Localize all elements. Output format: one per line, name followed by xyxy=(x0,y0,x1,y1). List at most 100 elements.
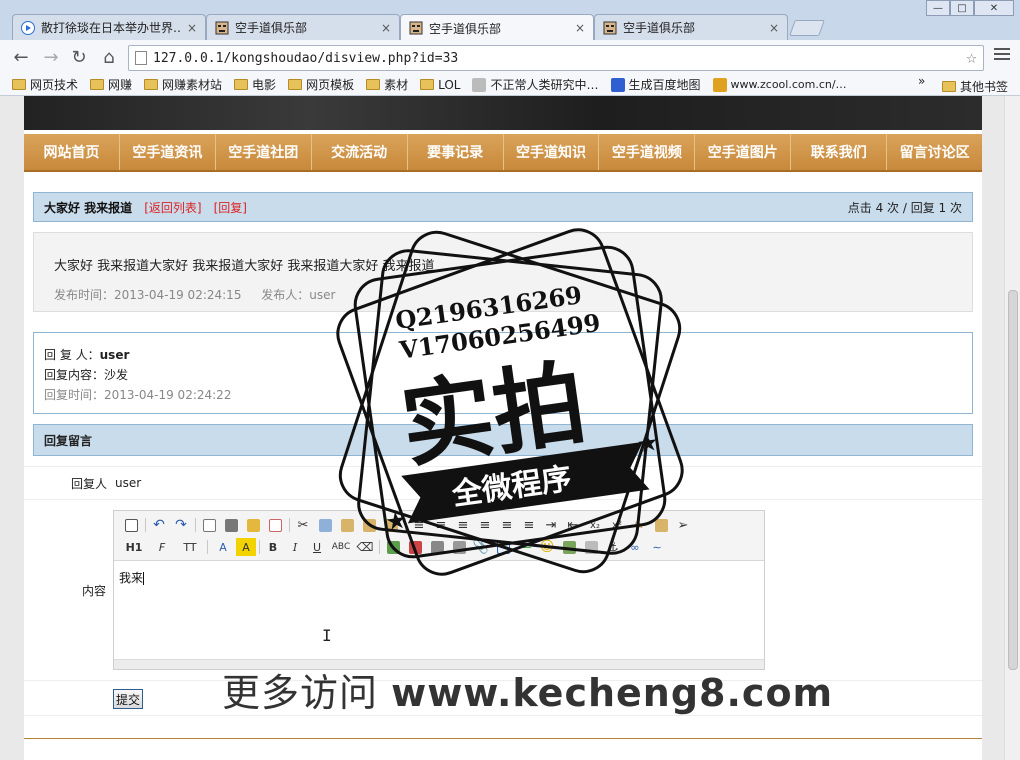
font-size-icon[interactable]: TT xyxy=(176,538,204,556)
folder-icon xyxy=(144,79,159,90)
face-favicon-icon xyxy=(215,21,229,34)
nav-item-events[interactable]: 交流活动 xyxy=(312,134,408,170)
watermark-stamp: Q2196316269 V17060256499 实拍 全微程序 ★ ★ xyxy=(336,228,684,576)
footer-divider xyxy=(24,738,982,739)
browser-tab-2[interactable]: 空手道俱乐部 × xyxy=(206,14,400,40)
close-tab-icon[interactable]: × xyxy=(575,21,585,35)
close-window-button[interactable]: ✕ xyxy=(974,0,1014,16)
submit-button[interactable]: 提交 xyxy=(113,689,144,709)
source-icon[interactable] xyxy=(120,516,142,534)
close-tab-icon[interactable]: × xyxy=(769,21,779,35)
folder-icon xyxy=(90,79,105,90)
bookmark-star-icon[interactable]: ☆ xyxy=(966,47,977,68)
address-bar[interactable]: 127.0.0.1/kongshoudao/disview.php?id=33 … xyxy=(128,45,984,71)
star-icon: ★ xyxy=(635,428,660,459)
maximize-button[interactable]: □ xyxy=(950,0,974,16)
text-cursor-icon: I xyxy=(322,626,332,645)
chrome-menu-icon[interactable] xyxy=(994,48,1010,64)
zcool-icon xyxy=(712,77,727,92)
reply-author-label: 回 复 人： xyxy=(44,348,100,362)
bookmark-item[interactable]: 生成百度地图 xyxy=(610,76,701,93)
back-arrow-icon[interactable]: ← xyxy=(10,46,32,68)
bookmarks-overflow-icon[interactable]: » xyxy=(918,74,925,88)
nav-item-videos[interactable]: 空手道视频 xyxy=(599,134,696,170)
folder-icon xyxy=(942,81,956,92)
folder-icon xyxy=(288,79,303,90)
watermark-prefix: 更多访问 xyxy=(222,671,392,715)
reply-link[interactable]: [回复] xyxy=(214,199,247,216)
print-icon[interactable] xyxy=(220,516,242,534)
nav-item-news[interactable]: 空手道资讯 xyxy=(120,134,216,170)
redo-icon[interactable]: ↷ xyxy=(170,516,192,534)
browser-tab-title: 空手道俱乐部 xyxy=(623,21,696,35)
nav-item-records[interactable]: 要事记录 xyxy=(408,134,504,170)
browser-tab-4[interactable]: 空手道俱乐部 × xyxy=(594,14,788,40)
back-to-list-link[interactable]: [返回列表] xyxy=(144,199,201,216)
highlight-color-icon[interactable]: A xyxy=(236,538,256,556)
page-scrollbar[interactable] xyxy=(1004,96,1020,760)
new-tab-button[interactable] xyxy=(789,20,825,36)
main-nav: 网站首页 空手道资讯 空手道社团 交流活动 要事记录 空手道知识 空手道视频 空… xyxy=(24,134,982,172)
replier-label: 回复人 xyxy=(71,476,108,491)
heading-icon[interactable]: H1 xyxy=(120,538,148,556)
font-family-icon[interactable]: F xyxy=(148,538,176,556)
folder-icon xyxy=(234,79,249,90)
url-text: 127.0.0.1/kongshoudao/disview.php?id=33 xyxy=(153,50,459,66)
home-icon[interactable]: ⌂ xyxy=(98,46,120,68)
browser-tab-1[interactable]: 散打徐琰在日本举办世界… × xyxy=(12,14,206,40)
code-icon[interactable] xyxy=(264,516,286,534)
bookmark-item[interactable]: www.zcool.com.cn/… xyxy=(712,77,847,92)
tab-strip: 散打徐琰在日本举办世界… × 空手道俱乐部 × 空手道俱乐部 × 空手道俱乐部 … xyxy=(0,0,1020,41)
face-favicon-icon xyxy=(603,21,617,34)
site-watermark: 更多访问 www.kecheng8.com xyxy=(222,662,833,717)
watermark-url: www.kecheng8.com xyxy=(391,671,834,715)
text-caret xyxy=(143,572,145,585)
bookmark-item[interactable]: 网页模板 xyxy=(288,76,354,93)
italic-icon[interactable]: I xyxy=(284,538,306,556)
reply-author: user xyxy=(99,348,130,362)
nav-item-clubs[interactable]: 空手道社团 xyxy=(216,134,312,170)
bookmark-item[interactable]: 网赚 xyxy=(90,76,132,93)
browser-tab-title: 空手道俱乐部 xyxy=(429,21,502,36)
replier-value: user xyxy=(115,476,142,490)
browser-tab-title: 散打徐琰在日本举办世界… xyxy=(41,21,181,35)
folder-icon xyxy=(12,79,26,90)
reply-content: 沙发 xyxy=(104,368,129,382)
bookmark-item[interactable]: 网页技术 xyxy=(12,76,78,93)
bookmark-item[interactable]: LOL xyxy=(420,78,460,92)
nav-item-knowledge[interactable]: 空手道知识 xyxy=(504,134,600,170)
font-color-icon[interactable]: A xyxy=(210,538,236,556)
nav-item-guestbook[interactable]: 留言讨论区 xyxy=(887,134,982,170)
post-stats: 点击 4 次 / 回复 1 次 xyxy=(847,200,962,215)
browser-tab-3[interactable]: 空手道俱乐部 × xyxy=(400,14,594,41)
publish-time: 发布时间：2013-04-19 02:24:15 xyxy=(54,288,242,302)
site-banner xyxy=(24,96,982,132)
forward-arrow-icon[interactable]: → xyxy=(40,46,62,68)
scrollbar-thumb[interactable] xyxy=(1008,290,1018,670)
browser-toolbar: ← → ↻ ⌂ 127.0.0.1/kongshoudao/disview.ph… xyxy=(0,40,1020,74)
nav-item-pictures[interactable]: 空手道图片 xyxy=(695,134,792,170)
bookmark-item[interactable]: 电影 xyxy=(234,76,276,93)
cut-icon[interactable]: ✂ xyxy=(292,516,314,534)
bold-icon[interactable]: B xyxy=(262,538,284,556)
nav-item-contact[interactable]: 联系我们 xyxy=(791,134,888,170)
folder-icon xyxy=(366,79,381,90)
baidu-paw-icon xyxy=(610,77,625,92)
nav-item-home[interactable]: 网站首页 xyxy=(24,134,120,170)
close-tab-icon[interactable]: × xyxy=(187,21,197,35)
minimize-button[interactable]: — xyxy=(926,0,950,16)
underline-icon[interactable]: U xyxy=(306,538,328,556)
reload-icon[interactable]: ↻ xyxy=(68,46,90,68)
bookmark-item[interactable]: 素材 xyxy=(366,76,408,93)
bookmark-item[interactable]: 网赚素材站 xyxy=(144,76,222,93)
reply-content-label: 回复内容： xyxy=(44,368,105,382)
preview-icon[interactable] xyxy=(198,516,220,534)
undo-icon[interactable]: ↶ xyxy=(148,516,170,534)
other-bookmarks[interactable]: 其他书签 xyxy=(942,78,1008,95)
site-icon xyxy=(472,77,487,92)
bookmark-item[interactable]: 不正常人类研究中… xyxy=(472,76,599,93)
close-tab-icon[interactable]: × xyxy=(381,21,391,35)
template-icon[interactable] xyxy=(242,516,264,534)
folder-icon xyxy=(420,79,435,90)
youku-favicon-icon xyxy=(21,20,35,35)
